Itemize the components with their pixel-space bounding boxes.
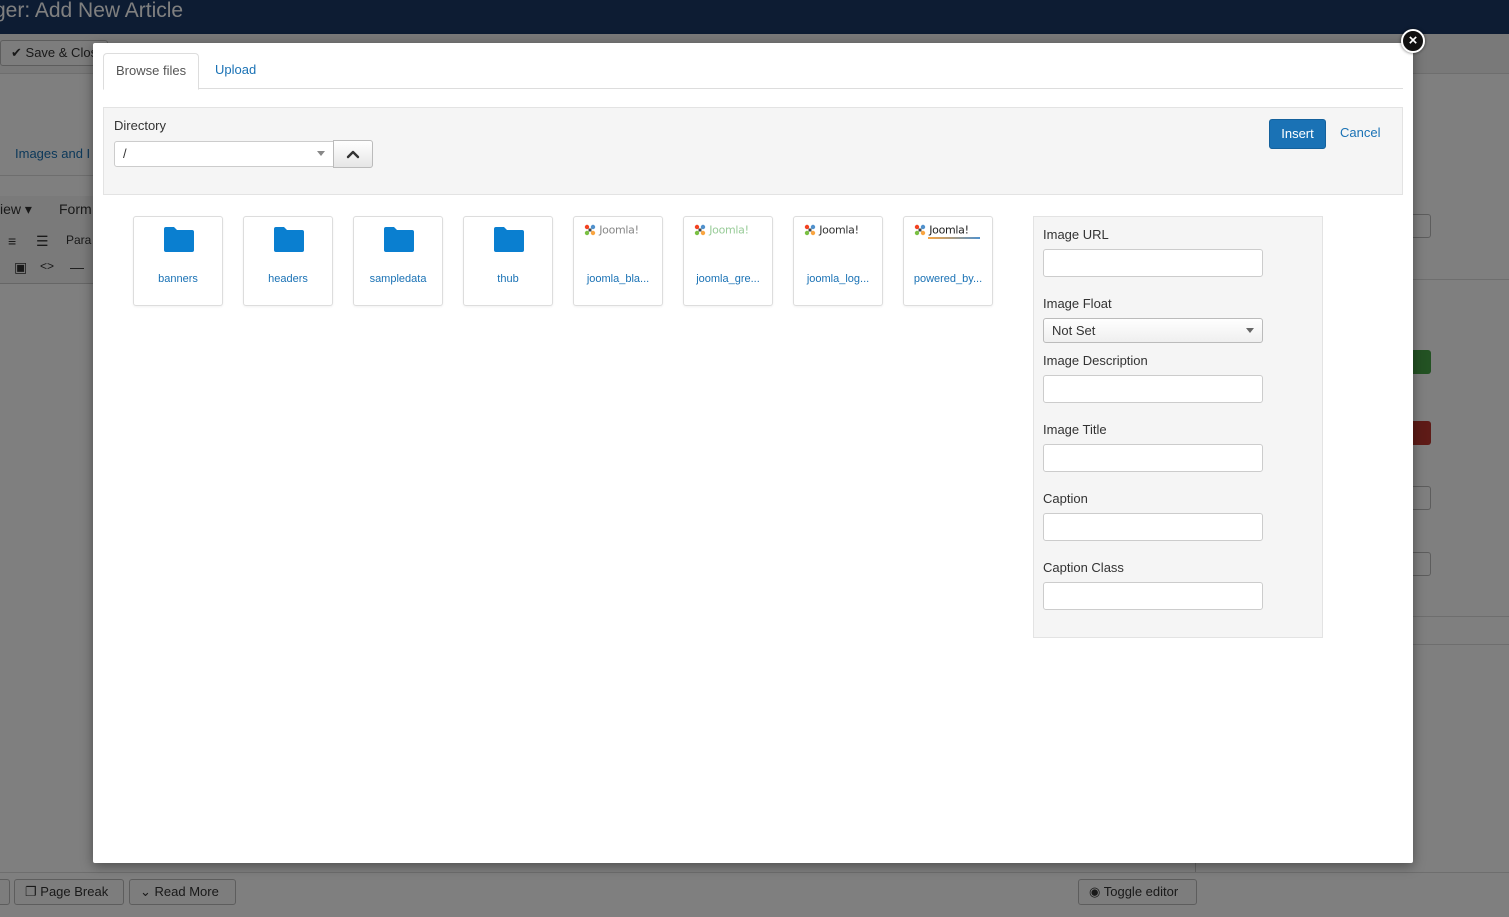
item-label: sampledata [369, 273, 427, 285]
caption-class-input[interactable] [1043, 582, 1263, 610]
image-title-input[interactable] [1043, 444, 1263, 472]
item-label: thub [497, 273, 519, 285]
image-url-label: Image URL [1043, 227, 1109, 242]
tab-browse-files[interactable]: Browse files [103, 53, 200, 90]
item-label: powered_by... [913, 273, 983, 285]
directory-up-button[interactable] [333, 140, 373, 168]
chevron-up-icon [346, 150, 360, 159]
caption-class-label: Caption Class [1043, 560, 1124, 575]
tab-upload[interactable]: Upload [203, 53, 268, 89]
insert-button[interactable]: Insert [1269, 119, 1326, 149]
image-description-input[interactable] [1043, 375, 1263, 403]
close-icon[interactable]: × [1401, 29, 1425, 53]
chevron-down-icon [317, 151, 325, 156]
chevron-down-icon [1246, 328, 1254, 333]
image-float-select[interactable]: Not Set [1043, 318, 1263, 343]
joomla-logo-icon: Joomla! [584, 223, 654, 239]
image-float-label: Image Float [1043, 296, 1112, 311]
directory-select[interactable]: / [114, 141, 334, 167]
caption-label: Caption [1043, 491, 1088, 506]
item-label: joomla_bla... [586, 273, 650, 285]
image-description-label: Image Description [1043, 353, 1148, 368]
image-url-input[interactable] [1043, 249, 1263, 277]
image-item-joomla-logo[interactable]: Joomla! joomla_log... [793, 216, 883, 306]
image-item-joomla-green[interactable]: Joomla! joomla_gre... [683, 216, 773, 306]
folder-item-thub[interactable]: thub [463, 216, 553, 306]
folder-item-banners[interactable]: banners [133, 216, 223, 306]
folder-icon [274, 227, 304, 252]
item-label: joomla_log... [806, 273, 870, 285]
item-label: banners [158, 273, 198, 285]
image-manager-modal: Browse files Upload Directory / Insert C… [93, 43, 1413, 863]
item-label: joomla_gre... [696, 273, 760, 285]
modal-tabs: Browse files Upload [103, 53, 1403, 90]
image-item-joomla-black[interactable]: Joomla! joomla_bla... [573, 216, 663, 306]
image-fields-panel: Image URL Image Float Not Set Image Desc… [1033, 216, 1323, 638]
folder-item-sampledata[interactable]: sampledata [353, 216, 443, 306]
joomla-logo-icon: Joomla! [804, 223, 874, 239]
folder-icon [164, 227, 194, 252]
cancel-button[interactable]: Cancel [1340, 119, 1380, 149]
joomla-logo-icon: Joomla! [694, 223, 764, 239]
folder-icon [384, 227, 414, 252]
directory-label: Directory [114, 118, 167, 133]
folder-item-headers[interactable]: headers [243, 216, 333, 306]
caption-input[interactable] [1043, 513, 1263, 541]
image-title-label: Image Title [1043, 422, 1107, 437]
folder-icon [494, 227, 524, 252]
item-label: headers [268, 273, 308, 285]
image-item-powered-by[interactable]: Joomla! powered_by... [903, 216, 993, 306]
directory-panel: Directory / Insert Cancel [103, 107, 1403, 195]
joomla-logo-icon: Joomla! [914, 223, 984, 239]
